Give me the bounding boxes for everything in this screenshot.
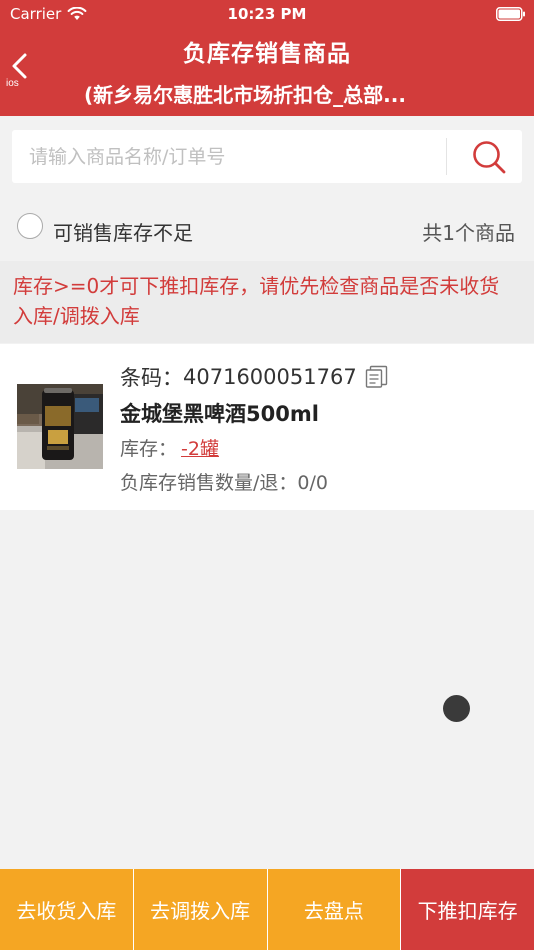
barcode-label: 条码： — [120, 366, 183, 390]
barcode-row: 条码： 4071600051767 — [120, 362, 389, 392]
page-subtitle: (新乡易尔惠胜北市场折扣仓_总部... — [84, 83, 406, 107]
stocktake-button[interactable]: 去盘点 — [267, 869, 402, 950]
product-card[interactable]: 条码： 4071600051767 金城堡黑啤酒500ml 库存： -2罐 负库存… — [0, 344, 534, 510]
neg-sales-label: 负库存销售数量/退： — [120, 472, 298, 494]
search-icon — [473, 141, 506, 174]
bottom-toolbar: 去收货入库 去调拨入库 去盘点 下推扣库存 — [0, 869, 534, 950]
copy-icon[interactable] — [365, 365, 389, 389]
neg-sales-row: 负库存销售数量/退：0/0 — [120, 468, 328, 495]
status-time: 10:23 PM — [227, 5, 307, 23]
stock-insufficient-label[interactable]: 可销售库存不足 — [53, 217, 193, 246]
search-bar — [12, 130, 522, 183]
search-divider — [446, 138, 447, 175]
product-name: 金城堡黑啤酒500ml — [120, 402, 319, 426]
beer-can-photo — [17, 384, 103, 469]
stock-value-link[interactable]: -2罐 — [181, 438, 219, 460]
warning-text: 库存>=0才可下推扣库存，请优先检查商品是否未收货入库/调拨入库 — [13, 274, 500, 328]
product-count: 共1个商品 — [422, 221, 515, 245]
stock-row: 库存： -2罐 — [120, 434, 219, 461]
warning-banner: 库存>=0才可下推扣库存，请优先检查商品是否未收货入库/调拨入库 — [0, 261, 534, 343]
back-sub-label: ios — [6, 78, 19, 89]
product-image — [17, 384, 103, 469]
search-button[interactable] — [452, 130, 522, 183]
assistive-touch-button[interactable] — [443, 695, 470, 722]
filter-row: 可销售库存不足 共1个商品 — [0, 198, 534, 260]
deduct-stock-button[interactable]: 下推扣库存 — [401, 869, 534, 950]
transfer-stock-button[interactable]: 去调拨入库 — [133, 869, 268, 950]
battery-icon — [496, 7, 525, 21]
neg-sales-value: 0/0 — [297, 472, 328, 494]
stock-insufficient-checkbox[interactable] — [17, 213, 43, 239]
receive-stock-button[interactable]: 去收货入库 — [0, 869, 134, 950]
barcode-value: 4071600051767 — [183, 365, 357, 389]
stock-label: 库存： — [120, 438, 178, 460]
app-header: Carrier 10:23 PM ios 负库存销售商品 (新乡易尔惠胜北市场折… — [0, 0, 534, 116]
search-input[interactable] — [12, 130, 442, 183]
page-title: 负库存销售商品 — [183, 41, 351, 67]
status-bar: Carrier 10:23 PM — [0, 0, 534, 28]
